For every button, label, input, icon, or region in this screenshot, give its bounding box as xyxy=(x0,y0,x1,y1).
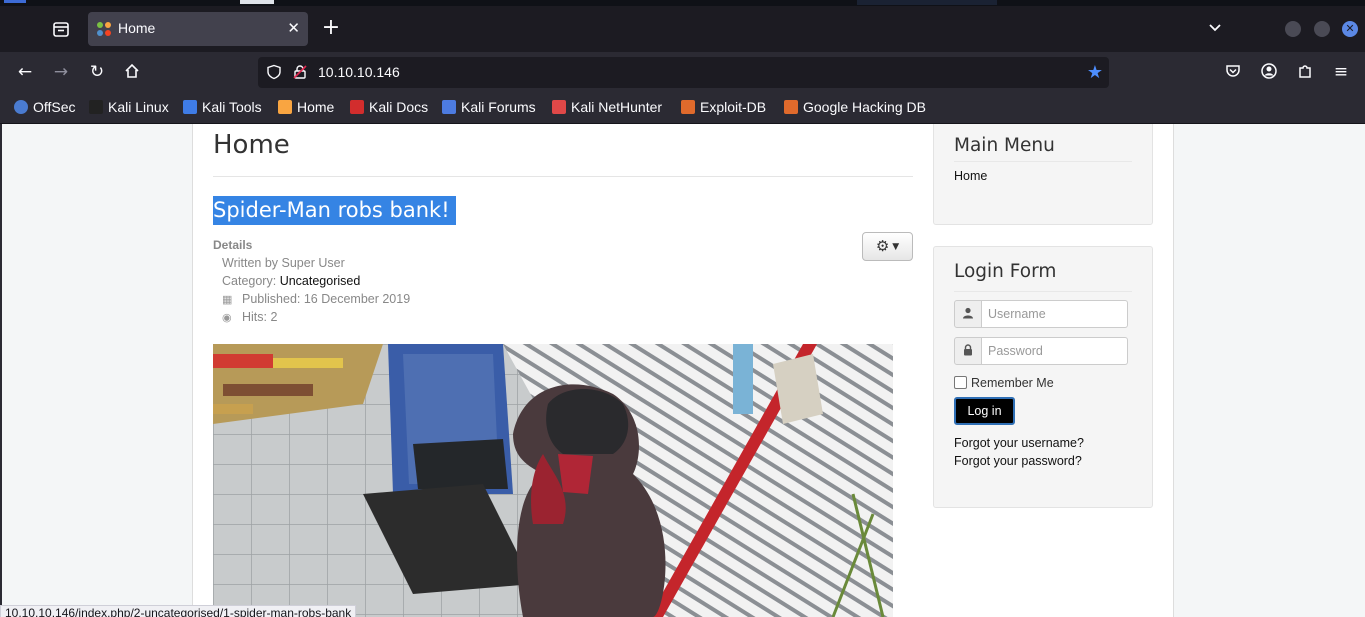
minimize-button[interactable] xyxy=(1285,21,1301,37)
article-title-link[interactable]: Spider-Man robs bank! xyxy=(213,196,456,225)
calendar-icon: ▦ xyxy=(222,294,233,306)
bookmarks-toolbar: OffSec Kali Linux Kali Tools Home Kali D… xyxy=(0,92,1365,124)
bookmark-kali-tools[interactable]: Kali Tools xyxy=(183,99,262,117)
bookmark-kali-forums[interactable]: Kali Forums xyxy=(442,99,536,117)
nethunter-icon xyxy=(552,100,566,114)
category-link[interactable]: Uncategorised xyxy=(280,274,361,288)
bookmark-star-icon[interactable]: ★ xyxy=(1087,62,1103,83)
bookmark-home[interactable]: Home xyxy=(278,99,334,117)
bookmark-offsec[interactable]: OffSec xyxy=(14,99,76,117)
tab-title: Home xyxy=(118,20,156,36)
article-tools-button[interactable]: ⚙ ▼ xyxy=(862,232,913,261)
tab-bar: Home ✕ + ✕ xyxy=(0,6,1365,52)
home-icon[interactable] xyxy=(122,62,142,82)
tab-close-icon[interactable]: ✕ xyxy=(287,19,300,37)
address-bar[interactable]: 10.10.10.146 ★ xyxy=(258,57,1109,88)
maximize-button[interactable] xyxy=(1314,21,1330,37)
taskbar-fragment xyxy=(857,0,997,5)
tab-home[interactable]: Home ✕ xyxy=(88,12,308,46)
bookmark-kali-nethunter[interactable]: Kali NetHunter xyxy=(552,99,662,117)
kali-tools-icon xyxy=(183,100,197,114)
login-form-module: Login Form Remember Me Log in Forgot you… xyxy=(933,246,1153,508)
remember-me[interactable]: Remember Me xyxy=(954,376,1054,390)
firefox-view-icon[interactable] xyxy=(50,18,72,40)
bookmark-kali-docs[interactable]: Kali Docs xyxy=(350,99,428,117)
username-field xyxy=(954,300,1128,328)
menu-item-home[interactable]: Home xyxy=(954,169,987,183)
password-field xyxy=(954,337,1128,365)
remember-me-label: Remember Me xyxy=(971,376,1054,390)
offsec-icon xyxy=(14,100,28,114)
navigation-toolbar: ← → ↻ 10.10.10.146 ★ ≡ xyxy=(0,52,1365,92)
close-window-button[interactable]: ✕ xyxy=(1342,21,1358,37)
web-page: Home Spider-Man robs bank! Details Writt… xyxy=(0,124,1365,617)
back-icon[interactable]: ← xyxy=(15,62,35,82)
details-label: Details xyxy=(213,238,253,252)
url-text: 10.10.10.146 xyxy=(318,64,400,80)
page-title: Home xyxy=(213,130,290,160)
joomla-icon xyxy=(278,100,292,114)
article-hits: ◉ Hits: 2 xyxy=(222,310,278,324)
lock-icon xyxy=(954,337,982,365)
caret-down-icon: ▼ xyxy=(889,242,900,252)
new-tab-button[interactable]: + xyxy=(320,15,342,41)
forward-icon[interactable]: → xyxy=(51,62,71,82)
username-input[interactable] xyxy=(982,300,1128,328)
page-container: Home Spider-Man robs bank! Details Writt… xyxy=(192,124,1174,617)
main-menu-module: Main Menu Home xyxy=(933,124,1153,225)
kali-dragon-icon xyxy=(89,100,103,114)
account-icon[interactable] xyxy=(1259,62,1279,82)
main-menu-title: Main Menu xyxy=(954,135,1055,156)
list-tabs-icon[interactable] xyxy=(1208,20,1222,39)
taskbar-fragment xyxy=(4,0,26,3)
user-icon xyxy=(954,300,982,328)
forgot-username-link[interactable]: Forgot your username? xyxy=(954,436,1084,450)
article-image xyxy=(213,344,893,617)
login-form-title: Login Form xyxy=(954,261,1057,282)
bookmark-google-hacking-db[interactable]: Google Hacking DB xyxy=(784,99,926,117)
article-category: Category: Uncategorised xyxy=(222,274,361,288)
pocket-icon[interactable] xyxy=(1223,62,1243,82)
kali-docs-icon xyxy=(350,100,364,114)
reload-icon[interactable]: ↻ xyxy=(87,62,107,82)
kali-forums-icon xyxy=(442,100,456,114)
bookmark-kali-linux[interactable]: Kali Linux xyxy=(89,99,169,117)
taskbar-fragment xyxy=(240,0,274,4)
insecure-lock-icon[interactable] xyxy=(292,64,308,80)
extensions-icon[interactable] xyxy=(1295,62,1315,82)
login-button[interactable]: Log in xyxy=(954,397,1015,425)
remember-me-checkbox[interactable] xyxy=(954,376,967,389)
gear-icon: ⚙ xyxy=(875,237,890,255)
ghdb-icon xyxy=(784,100,798,114)
tracking-shield-icon[interactable] xyxy=(266,64,282,80)
bookmark-exploit-db[interactable]: Exploit-DB xyxy=(681,99,766,117)
eye-icon: ◉ xyxy=(222,312,232,324)
exploitdb-icon xyxy=(681,100,695,114)
password-input[interactable] xyxy=(982,337,1128,365)
status-bar-url: 10.10.10.146/index.php/2-uncategorised/1… xyxy=(0,605,357,617)
forgot-password-link[interactable]: Forgot your password? xyxy=(954,454,1082,468)
article-published: ▦ Published: 16 December 2019 xyxy=(222,292,411,306)
article-author: Written by Super User xyxy=(222,256,345,270)
divider xyxy=(213,176,913,177)
joomla-icon xyxy=(96,21,112,37)
menu-icon[interactable]: ≡ xyxy=(1331,62,1351,82)
